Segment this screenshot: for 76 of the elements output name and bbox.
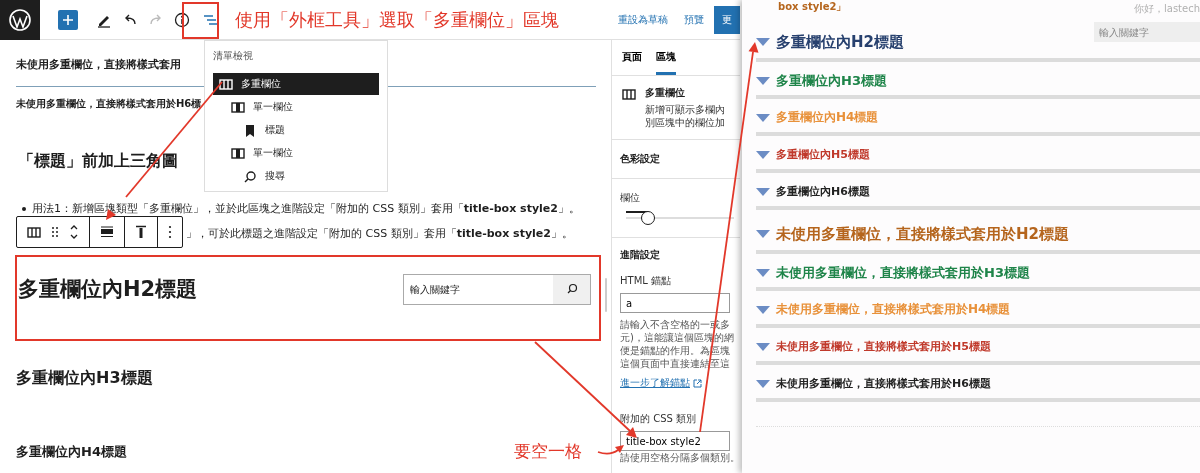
column-icon [231,100,245,114]
field-label: 欄位 [620,191,641,205]
update-button[interactable]: 更 [714,5,740,34]
triangle-icon [756,76,770,85]
toolbar-link-button[interactable]: 重設為草稿 [612,8,674,31]
column-icon [231,146,245,160]
bookmark-icon [243,123,257,137]
triangle-icon [756,305,770,314]
triangle-icon [756,268,770,277]
triangle-icon [756,230,770,238]
drag-handle-icon[interactable] [51,226,59,238]
columns-icon [219,77,233,91]
columns-icon[interactable] [27,225,41,239]
tab[interactable]: 頁面 [622,46,642,75]
list-view-item[interactable]: 多重欄位 [213,73,379,95]
toolbar-link-button[interactable]: 預覽 [678,8,710,31]
heading: 多重欄位內H3標題 [776,71,887,90]
heading: 未使用多重欄位，直接將樣式套用於H4標題 [776,301,1011,318]
text-line: box style2」 [778,0,847,14]
slider-thumb[interactable] [640,211,655,225]
list-view-icon [203,12,219,27]
heading: 多重欄位內H3標題 [16,368,153,389]
heading: 未使用多重欄位，直接將樣式套用於H2標題 [776,224,1069,244]
heading: 未使用多重欄位，直接將樣式套用於H5標題 [776,339,991,354]
heading: 多重欄位內H4標題 [776,109,879,126]
section-title[interactable]: 色彩設定 [620,152,734,166]
text-line: 未使用多重欄位，直接將樣式套用 [16,57,181,72]
plus-icon [62,13,74,26]
heading: 多重欄位內H2標題 [18,276,198,303]
field-label: HTML 錨點 [620,274,672,288]
section-title[interactable]: 進階設定 [620,248,734,262]
triangle-icon [756,187,770,196]
text-input[interactable]: title-box style2 [620,431,730,451]
columns-icon [622,88,636,101]
description-text: 別區塊中的欄位加 [645,116,725,129]
help-text: 請使用空格分隔多個類別。 [620,451,740,464]
triangle-icon [756,150,770,159]
heading: 多重欄位內H5標題 [776,147,870,162]
more-options-icon[interactable] [168,225,172,239]
list-view-item[interactable]: 單一欄位 [225,96,379,118]
heading: 未使用多重欄位，直接將樣式套用於H6標題 [776,376,991,391]
triangle-icon [756,342,770,351]
list-view-item[interactable]: 搜尋 [237,165,379,187]
list-view-item[interactable]: 標題 [237,119,379,141]
move-arrows-icon[interactable] [69,223,79,241]
annotation-text: 要空一格 [514,440,582,463]
greeting-text: 你好，lastech [1133,2,1200,16]
list-item-text: 」，可於此標題之進階設定「附加的 CSS 類別」套用「title-box style2」。 [186,226,573,241]
logo-icon[interactable] [0,0,40,40]
wordpress-logo-icon [9,8,31,31]
highlight-frame [182,2,219,39]
heading: 多重欄位內H6標題 [776,184,870,199]
description-text: 新增可顯示多欄內 [645,103,725,116]
annotation-text: 使用「外框工具」選取「多重欄位」區塊 [235,7,559,32]
heading: 多重欄位內H4標題 [16,443,127,461]
heading: 多重欄位內H2標題 [776,32,904,52]
field-label: 附加的 CSS 類別 [620,412,698,426]
panel-title: 清單檢視 [213,49,254,63]
scrollbar-thumb[interactable] [605,278,607,312]
triangle-icon [756,113,770,122]
text-input[interactable]: a [620,293,730,313]
triangle-icon [756,379,770,388]
add-block-button[interactable] [58,9,78,30]
search-field[interactable]: 輸入關鍵字 [1094,22,1200,42]
tab[interactable]: 區塊 [656,46,676,75]
info-icon[interactable] [174,11,190,28]
external-link-icon [693,378,702,388]
align-wide-icon[interactable] [100,226,114,238]
learn-more-link[interactable]: 進一步了解錨點 [620,376,690,390]
text-line: 未使用多重欄位，直接將樣式套用於H6標 [16,97,202,111]
heading: 未使用多重欄位，直接將樣式套用於H3標題 [776,263,1030,282]
bullet-dot [22,206,26,211]
align-top-icon[interactable] [135,225,147,239]
list-view-item[interactable]: 單一欄位 [225,142,379,164]
search-icon [243,169,257,183]
block-name: 多重欄位 [645,86,686,100]
